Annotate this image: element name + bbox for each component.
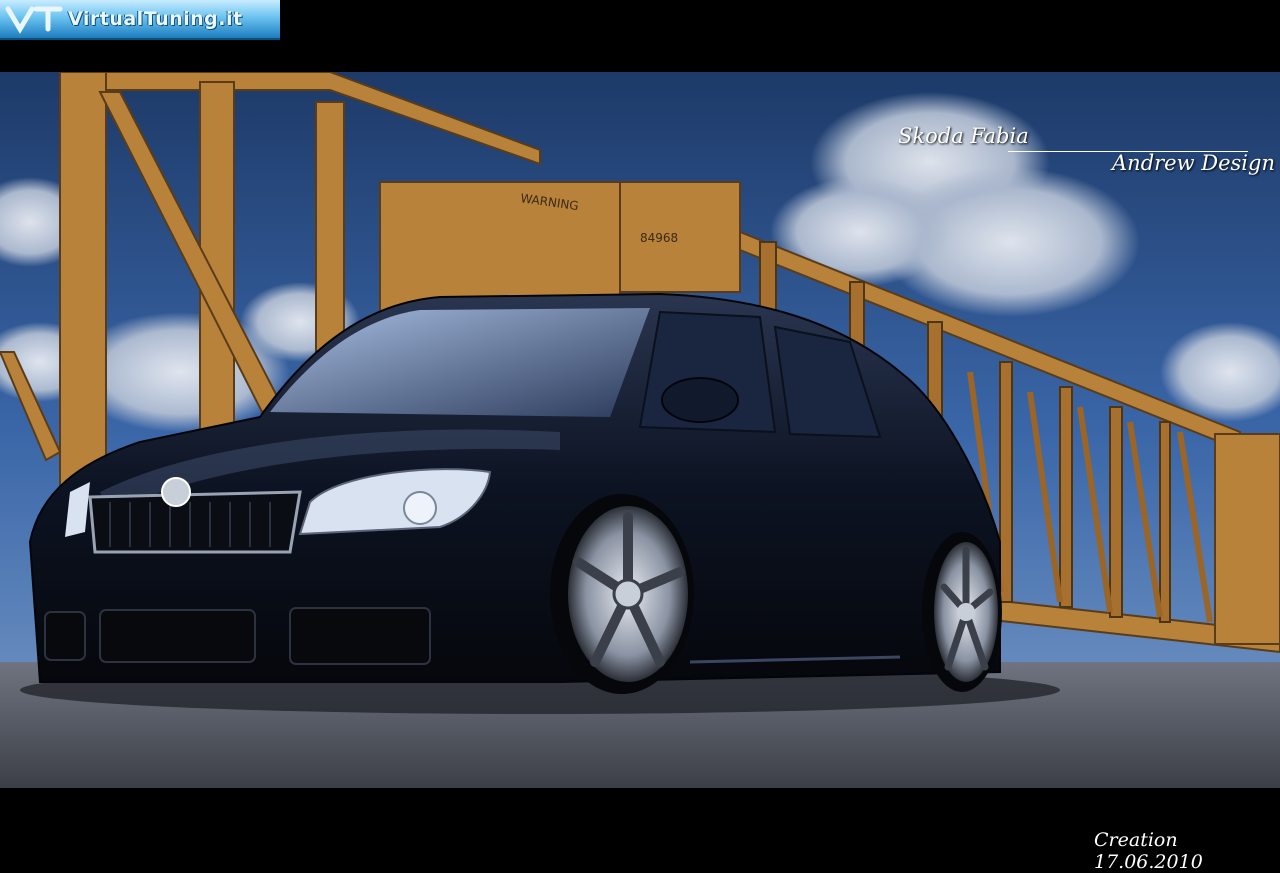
plate-number: 84968 — [640, 231, 678, 245]
rear-wheel — [922, 532, 1002, 692]
front-wheel — [550, 494, 694, 694]
bottom-letterbox — [0, 788, 1280, 860]
car-model-title: Skoda Fabia — [898, 124, 1029, 148]
car-photo: WARNING 84968 — [0, 72, 1280, 788]
logo-text: VirtualTuning.it — [68, 8, 243, 30]
vt-logo-icon — [0, 0, 68, 38]
creation-date: Creation 17.06.2010 — [1094, 829, 1203, 873]
site-logo[interactable]: VirtualTuning.it — [0, 0, 280, 40]
author-credit: Andrew Design — [1112, 151, 1275, 175]
